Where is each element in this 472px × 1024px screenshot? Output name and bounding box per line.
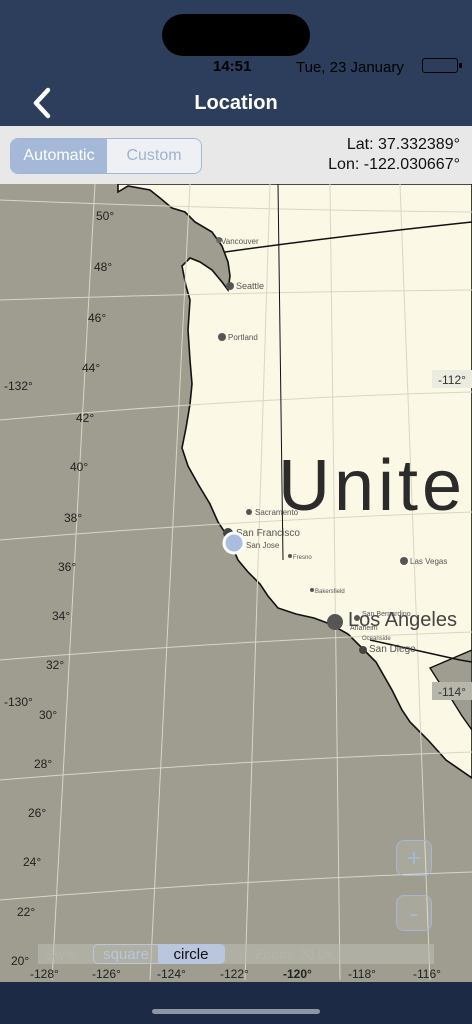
lon-side-label: -112° — [438, 373, 466, 387]
lat-label: 44° — [82, 361, 100, 375]
city-label: Las Vegas — [410, 557, 447, 566]
current-location-marker[interactable] — [222, 531, 246, 555]
country-label: Unite — [278, 446, 466, 526]
style-circle-option[interactable]: circle — [158, 945, 224, 963]
city-dot — [354, 615, 360, 621]
location-mode-segmented-control[interactable]: Automatic Custom — [10, 138, 202, 174]
city-label: San Jose — [246, 541, 280, 550]
lat-label: 26° — [28, 806, 46, 820]
lat-label: 46° — [88, 311, 106, 325]
lon-label: -128° — [30, 967, 59, 981]
city-dot — [288, 554, 292, 558]
lon-label: -122° — [220, 967, 249, 981]
lat-label: 30° — [39, 708, 57, 722]
lat-label: 38° — [64, 511, 82, 525]
longitude-readout: Lon: -122.030667° — [328, 156, 460, 173]
lat-label: 42° — [76, 411, 94, 425]
lat-label: 32° — [46, 658, 64, 672]
city-label: Seattle — [236, 281, 264, 291]
city-dot — [246, 509, 252, 515]
automatic-option[interactable]: Automatic — [11, 139, 107, 173]
city-label: San Diego — [369, 644, 416, 655]
lat-label: 36° — [58, 560, 76, 574]
city-dot — [327, 614, 343, 630]
lon-label: -126° — [92, 967, 121, 981]
city-dot — [218, 333, 226, 341]
status-date: Tue, 23 January — [296, 59, 404, 76]
lon-side-label: -114° — [438, 685, 466, 699]
lon-side-label: -130° — [4, 695, 33, 709]
lon-label: -116° — [413, 967, 441, 981]
lat-label: 40° — [70, 460, 88, 474]
lat-label: 28° — [34, 757, 52, 771]
lat-label: 34° — [52, 609, 70, 623]
lon-label: -124° — [157, 967, 186, 981]
marker-style-switch[interactable]: square circle — [93, 944, 225, 964]
zoom-in-button[interactable]: + — [396, 840, 432, 876]
zoom-out-button[interactable]: - — [396, 895, 432, 931]
lon-side-label: -132° — [4, 379, 33, 393]
home-indicator — [152, 1009, 320, 1014]
city-label: San Francisco — [236, 528, 300, 539]
city-label: Vancouver — [221, 237, 259, 246]
city-label: Bakersfield — [315, 589, 345, 595]
style-square-option[interactable]: square — [94, 945, 158, 963]
lat-label: 20° — [11, 954, 29, 968]
zoom-level-text: Zoom: 20.0x — [255, 946, 333, 962]
page-title: Location — [194, 92, 278, 114]
battery-icon — [422, 58, 462, 73]
city-label: San Bernardino — [362, 611, 411, 618]
lat-label: 48° — [94, 260, 112, 274]
custom-option[interactable]: Custom — [107, 139, 201, 173]
city-dot — [226, 282, 234, 290]
city-label: Portland — [228, 333, 258, 342]
city-label: Anaheim — [350, 625, 378, 632]
lat-label: 24° — [23, 855, 41, 869]
dynamic-island — [162, 14, 310, 56]
status-time: 14:51 — [213, 58, 252, 75]
style-label: Style: — [45, 946, 81, 962]
city-label: Oceanside — [362, 636, 391, 642]
lat-label: 22° — [17, 905, 35, 919]
city-dot — [400, 557, 408, 565]
lon-label: -118° — [348, 967, 376, 981]
city-label: Fresno — [293, 555, 312, 561]
city-dot — [310, 588, 314, 592]
city-dot — [359, 646, 367, 654]
lat-label: 50° — [96, 209, 114, 223]
latitude-readout: Lat: 37.332389° — [346, 136, 460, 153]
lon-label: -120° — [283, 967, 312, 981]
